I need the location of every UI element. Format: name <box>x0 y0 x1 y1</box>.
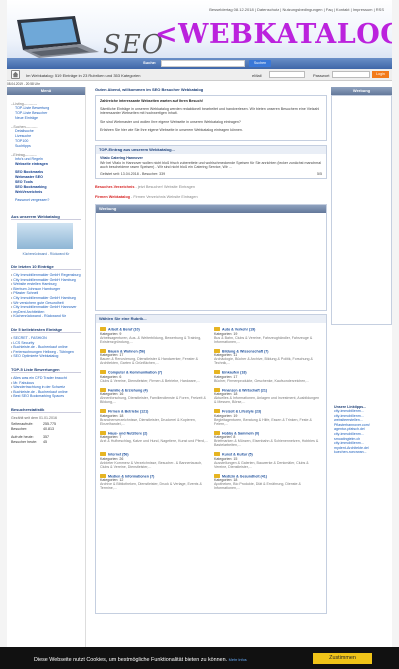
header: SEO <WEBKATALOG/> Besseldertag 08.12.201… <box>7 0 392 74</box>
category-item[interactable]: Bildung & Wissenschaft (7) Kategorien: 11… <box>214 349 322 365</box>
menu-title: Menü <box>7 87 85 95</box>
category-item[interactable]: Firmen & Betriebe (121) Kategorien: 18 Bra… <box>100 409 208 426</box>
webkatalog-logo[interactable]: <WEBKATALOG/> <box>155 19 392 50</box>
promo-image[interactable] <box>17 223 73 249</box>
categories-title: Wählen Sie eine Rubrik... <box>96 315 326 324</box>
best-entries-title: Die 5 beliebtesten Einträge <box>11 327 81 333</box>
datetime: 08.04.2019 - 20:58 Uhr <box>7 82 40 86</box>
page-title: Guten Abend, willkommen im SEO Besucher … <box>95 87 204 92</box>
ad-box-right <box>331 95 392 325</box>
promo-caption[interactable]: Küchenrückwand - Rückwand für <box>7 252 85 256</box>
left-sidebar: Menü --Listing----------- TOP-Liste Bewe… <box>7 87 86 669</box>
category-item[interactable]: Familie & Erziehung (4) Kategorien: 16 Ahn… <box>100 388 208 404</box>
category-item[interactable]: Computer & Kommunikation (7) Kategorien: … <box>100 370 208 383</box>
list-item[interactable]: City Immobilienmakler GmbH Regensburg <box>11 273 85 278</box>
login-button[interactable]: Login <box>372 71 389 78</box>
welcome-text: Sie sind Webmaster und wollen Ihre eigen… <box>100 119 241 124</box>
top-entry-rating: 5/5 <box>317 171 322 176</box>
password-forgot-link[interactable]: Passwort vergessen? <box>15 198 81 203</box>
firmen-webkatalog-link[interactable]: Firmen Webkatalog - Firmen Verzeichnis W… <box>95 195 327 199</box>
menu-item-bold[interactable]: WebVerzeichnis <box>15 190 81 195</box>
stat-row: Besucher: 40.813 <box>11 426 54 431</box>
list-item[interactable]: Best SEO Bookmarking Spaces <box>11 394 85 399</box>
catalog-stats: Im Webkatalog: 519 Einträge in 23 Rubrik… <box>26 73 141 78</box>
linktipps: Unsere Linktipps... city-immobilienm... … <box>331 405 392 455</box>
category-grid: Arbeit & Beruf (10) Kategorien: 9 Arbeitsa… <box>96 323 326 494</box>
top5-title: TOP-5 Liste Bewertungen <box>11 367 81 373</box>
welcome-text: Erfahren Sie hier wie Sie Ihre eigene We… <box>100 128 243 133</box>
category-item[interactable]: Medien & Informationen (7) Kategorien: 12… <box>100 474 208 490</box>
category-item[interactable]: Einkaufen (18) Kategorien: 17 Bücher, Firm… <box>214 370 322 383</box>
welcome-text: Sämtliche Einträge in unserem Webkatalog… <box>100 106 320 116</box>
password-field[interactable] <box>332 71 370 78</box>
category-item[interactable]: Arbeit & Beruf (10) Kategorien: 9 Arbeitsa… <box>100 327 208 344</box>
list-item[interactable]: SEO Optimierte Webkatalog <box>11 354 85 359</box>
aus-webkatalog-title: Aus unserem Webkatalog <box>11 214 81 220</box>
ad-box-middle: Werbung <box>95 204 327 312</box>
top-entry-title: TOP-Eintrag aus unserem Webkatalog... <box>96 145 326 154</box>
categories-box: Wählen Sie eine Rubrik... Arbeit & Beruf… <box>95 314 327 615</box>
search-label: Suche: <box>143 60 157 65</box>
welcome-box: Zahlreiche interessante Webseiten warten… <box>95 95 327 141</box>
stat-row: Besucher heute: 45 <box>11 439 47 444</box>
linktipp-item[interactable]: kuechen-ruecrwan... <box>334 450 392 455</box>
visitor-stats-title: Besucherstatistik <box>11 407 81 413</box>
menu: --Listing----------- TOP-Liste Bewertung… <box>7 95 85 206</box>
top-entry-description: Wir bei Vitalo in Hannover wollen nicht … <box>100 160 322 170</box>
cookie-accept-button[interactable]: Zustimmen <box>313 653 372 664</box>
category-item[interactable]: Medizin & Gesundheit (41) Kategorien: 18 A… <box>214 474 322 490</box>
list-item[interactable]: Küchenrückwand - Rückwand für <box>11 314 85 319</box>
category-item[interactable]: Auto & Verkehr (19) Kategorien: 19 Bus & B… <box>214 327 322 344</box>
welcome-headline: Zahlreiche interessante Webseiten warten… <box>100 99 203 103</box>
top-entry-box: TOP-Eintrag aus unserem Webkatalog... Vi… <box>95 144 327 180</box>
top-entry-meta: Gelistet seit: 13.04.2018 - Besucher: 33… <box>100 171 166 176</box>
ad-title: Werbung <box>96 205 326 214</box>
category-item[interactable]: Freizeit & Lifestyle (23) Kategorien: 19 B… <box>214 409 322 426</box>
main-content: Guten Abend, willkommen im SEO Besucher … <box>95 87 327 669</box>
menu-item[interactable]: Neue Einträge <box>15 116 81 121</box>
top-links[interactable]: Besseldertag 08.12.2018 | Datenschutz | … <box>209 7 384 12</box>
email-field[interactable] <box>269 71 305 78</box>
laptop-image <box>17 16 99 58</box>
page: SEO <WEBKATALOG/> Besseldertag 08.12.201… <box>7 0 392 669</box>
latest-entries-title: Die letzten 10 Einträge <box>11 264 81 270</box>
category-item[interactable]: Bauen & Wohnen (56) Kategorien: 17 Bauen &… <box>100 349 208 365</box>
category-item[interactable]: Internet (56) Kategorien: 26 Anbieter Komm… <box>100 452 208 469</box>
search-button[interactable]: Suchen <box>249 60 271 67</box>
category-item[interactable]: Kunst & Kultur (5) Kategorien: 15 Ausstell… <box>214 452 322 469</box>
cookie-more-link[interactable]: Mehr Infos <box>229 658 247 662</box>
email-label: eMail <box>252 73 262 78</box>
password-label: Passwort <box>313 73 330 78</box>
visitor-stats-subtitle: Gezählt seit dem 01.01.2016 <box>11 415 57 420</box>
category-item[interactable]: Haus- und Nutztiere (2) Kategorien: 7 Arzt… <box>100 431 208 448</box>
menu-item[interactable]: Webseite eintragen <box>15 162 81 167</box>
menu-item[interactable]: Suchtipps <box>15 144 81 149</box>
right-sidebar: Werbung Unsere Linktipps... city-immobil… <box>331 87 392 669</box>
cookie-text: Diese Webseite nutzt Cookies, um bestmög… <box>34 657 247 663</box>
ad-title-right: Werbung <box>331 87 392 95</box>
list-item[interactable]: City Immobilienmakler GmbH Hamburg <box>11 296 85 301</box>
home-icon[interactable] <box>11 70 20 79</box>
category-item[interactable]: Finanzen & Wirtschaft (21) Kategorien: 18… <box>214 388 322 404</box>
besucher-verzeichnis-link[interactable]: Besucher-Verzeichnis - jetzt Besucher! W… <box>95 185 327 189</box>
category-item[interactable]: Hobby & Sammeln (0) Kategorien: 8 Briefmar… <box>214 431 322 447</box>
search-input[interactable] <box>161 60 245 67</box>
